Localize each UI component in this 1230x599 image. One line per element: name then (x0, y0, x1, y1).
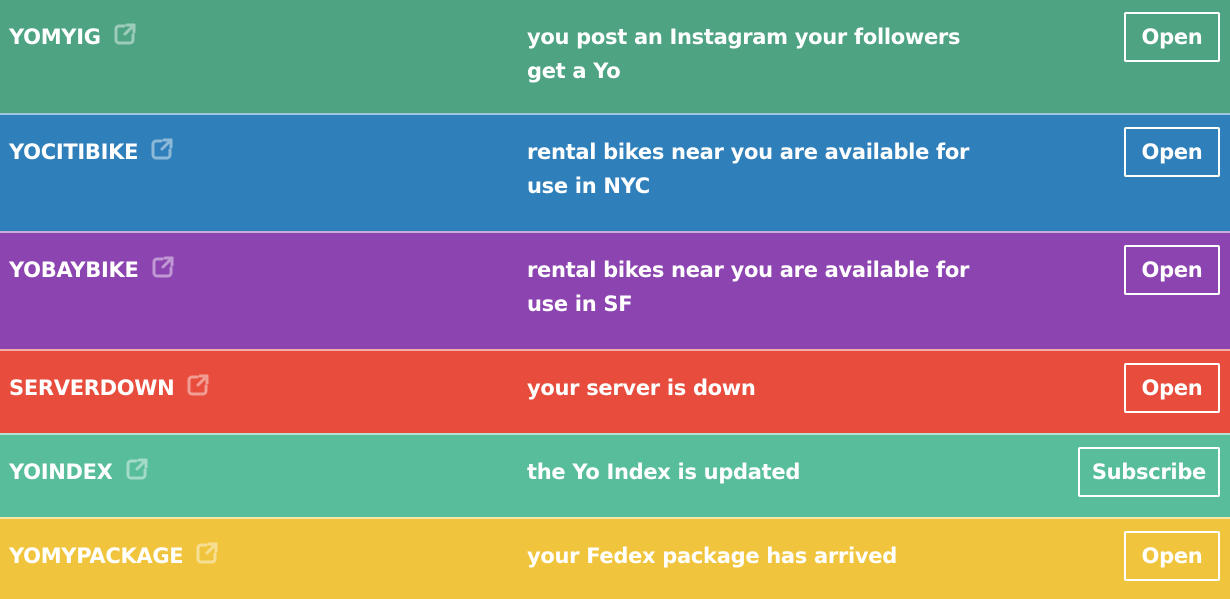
service-row-yoindex: YOINDEX the Yo Index is updated Subscrib… (0, 433, 1230, 517)
service-row-serverdown: SERVERDOWN your server is down Open (0, 349, 1230, 433)
open-button[interactable]: Open (1124, 363, 1220, 413)
external-link-icon[interactable] (195, 541, 219, 565)
service-name[interactable]: SERVERDOWN (9, 371, 175, 405)
service-description: you post an Instagram your followers get… (527, 25, 961, 83)
open-button[interactable]: Open (1124, 531, 1220, 581)
service-name-wrap: YOBAYBIKE (9, 253, 175, 287)
service-name-wrap: SERVERDOWN (9, 371, 210, 405)
service-name-wrap: YOMYIG (9, 20, 137, 54)
service-name-wrap: YOCITIBIKE (9, 135, 174, 169)
external-link-icon[interactable] (125, 457, 149, 481)
open-button[interactable]: Open (1124, 12, 1220, 62)
service-name-wrap: YOINDEX (9, 455, 149, 489)
external-link-icon[interactable] (150, 137, 174, 161)
service-row-yobaybike: YOBAYBIKE rental bikes near you are avai… (0, 231, 1230, 349)
service-row-yocitibike: YOCITIBIKE rental bikes near you are ava… (0, 113, 1230, 231)
service-row-yomyig: YOMYIG you post an Instagram your follow… (0, 0, 1230, 113)
open-button[interactable]: Open (1124, 245, 1220, 295)
external-link-icon[interactable] (113, 22, 137, 46)
external-link-icon[interactable] (151, 255, 175, 279)
service-name-wrap: YOMYPACKAGE (9, 539, 219, 573)
service-name[interactable]: YOBAYBIKE (9, 253, 139, 287)
external-link-icon[interactable] (186, 373, 210, 397)
service-description: rental bikes near you are available for … (527, 140, 970, 198)
service-row-yomypackage: YOMYPACKAGE your Fedex package has arriv… (0, 517, 1230, 599)
subscribe-button[interactable]: Subscribe (1077, 447, 1220, 497)
service-description: your server is down (527, 376, 756, 400)
yo-services-list: YOMYIG you post an Instagram your follow… (0, 0, 1230, 599)
service-name[interactable]: YOMYIG (9, 20, 101, 54)
service-name[interactable]: YOINDEX (9, 455, 113, 489)
open-button[interactable]: Open (1124, 127, 1220, 177)
service-description: rental bikes near you are available for … (527, 258, 970, 316)
service-name[interactable]: YOCITIBIKE (9, 135, 138, 169)
service-name[interactable]: YOMYPACKAGE (9, 539, 184, 573)
service-description: your Fedex package has arrived (527, 544, 897, 568)
service-description: the Yo Index is updated (527, 460, 801, 484)
